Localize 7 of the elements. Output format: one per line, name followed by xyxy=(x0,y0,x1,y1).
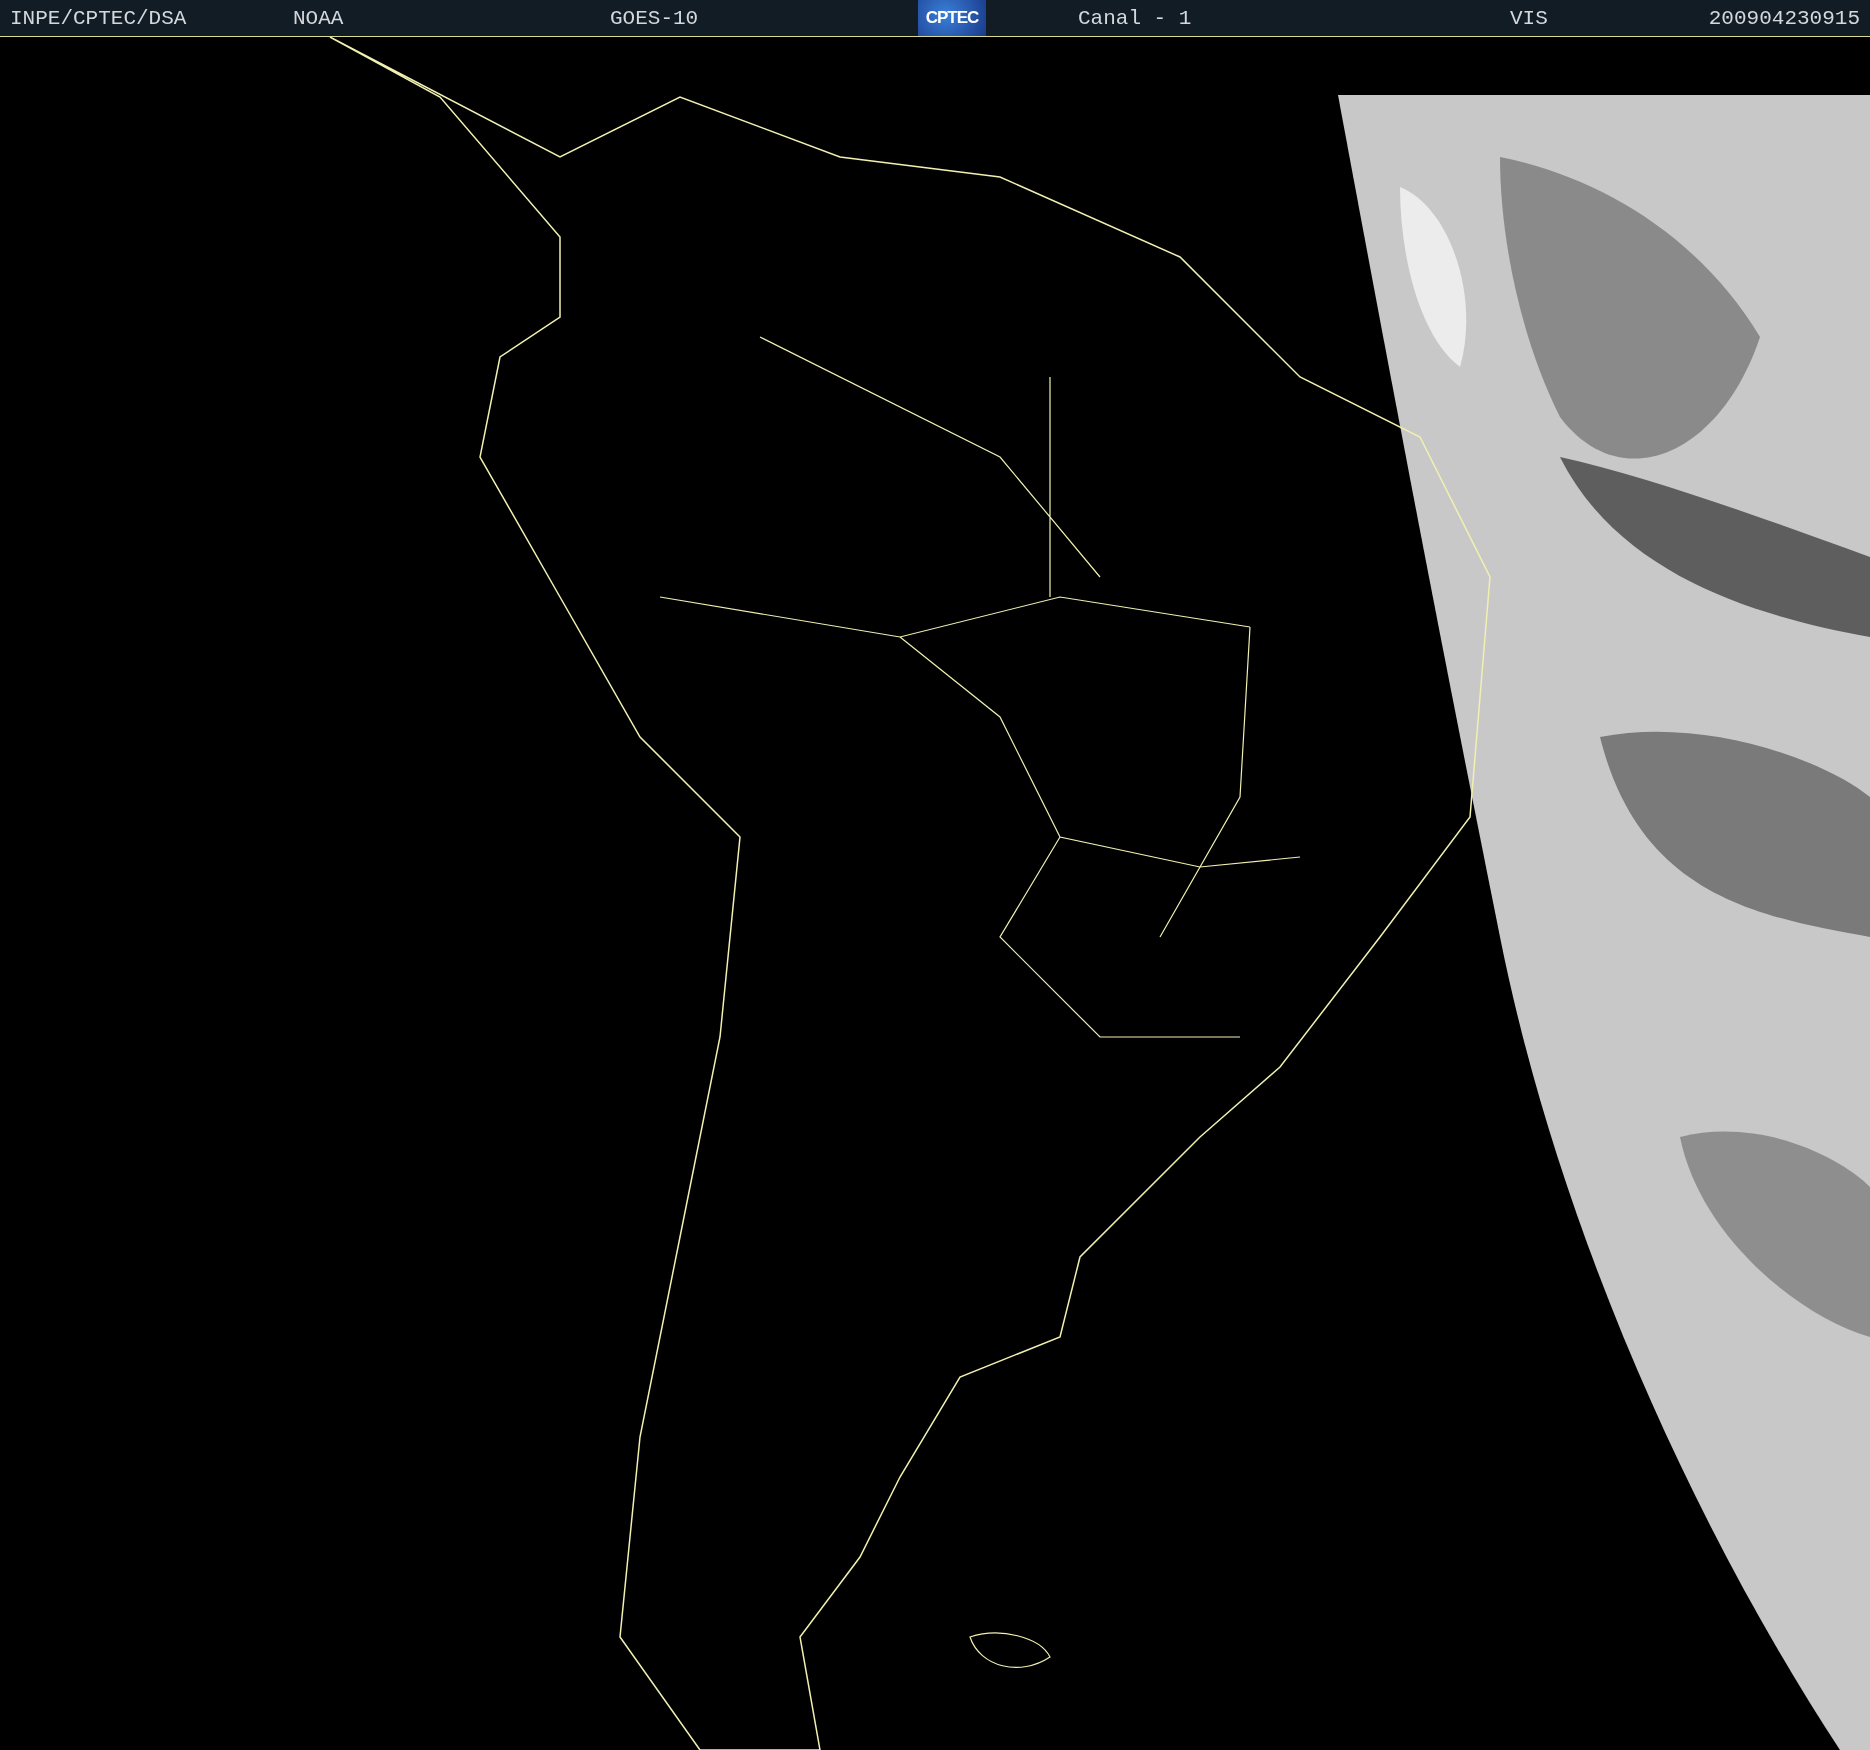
header-label: Canal - 1 xyxy=(1077,6,1192,30)
header-label: GOES-10 xyxy=(609,6,699,30)
header-label: VIS xyxy=(1509,6,1548,30)
logo: CPTEC xyxy=(918,0,986,36)
header-label: INPE/CPTEC/DSA xyxy=(9,6,187,30)
header-label: NOAA xyxy=(292,6,344,30)
header-label: 200904230915 xyxy=(1707,6,1861,30)
